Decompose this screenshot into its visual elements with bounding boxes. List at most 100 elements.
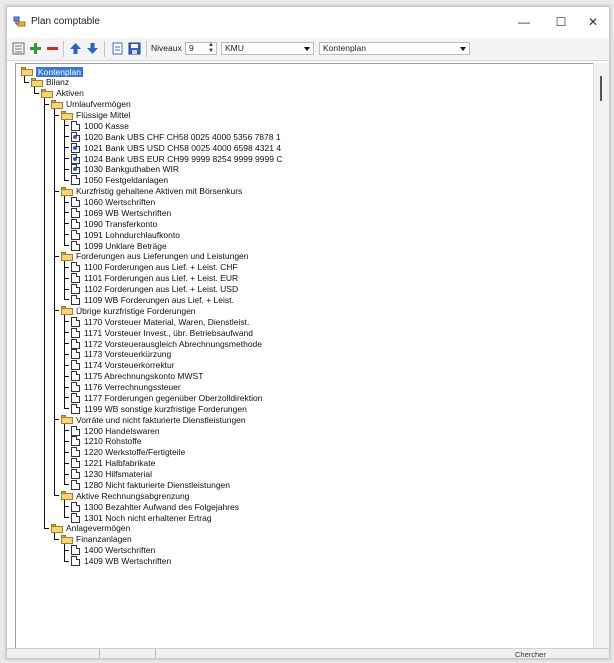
- tree-account-row[interactable]: 1400 Wertschriften: [71, 545, 155, 556]
- scheme-dropdown[interactable]: KMU: [221, 42, 314, 55]
- tree-account-row[interactable]: 1199 WB sonstige kurzfristige Forderunge…: [71, 403, 247, 414]
- tree-row-label: 1175 Abrechnungskonto MWST: [84, 371, 204, 382]
- tree-account-row[interactable]: 1220 Werkstoffe/Fertigteile: [71, 447, 185, 458]
- document-icon[interactable]: [111, 42, 124, 55]
- tree-folder-row[interactable]: Kurzfristig gehaltene Aktiven mit Börsen…: [61, 186, 242, 197]
- tree-connector-line: [64, 288, 69, 290]
- folder-icon: [61, 491, 73, 501]
- tree-connector-line: [64, 364, 69, 366]
- folder-icon: [61, 110, 73, 120]
- tree-account-row[interactable]: 1221 Halbfabrikate: [71, 458, 155, 469]
- tree-account-row[interactable]: 1091 Lohndurchlaufkonto: [71, 229, 180, 240]
- tree-account-row[interactable]: 1101 Forderungen aus Lief. + Leist. EUR: [71, 273, 238, 284]
- niveaux-spinner[interactable]: 9 ▲ ▼: [185, 42, 217, 55]
- tree-account-row[interactable]: 1030 Bankguthaben WIR: [71, 164, 179, 175]
- tree-row-label: 1109 WB Forderungen aus Lief. + Leist.: [84, 294, 234, 305]
- account-document-icon: [71, 197, 80, 208]
- vertical-scrollbar[interactable]: [593, 63, 609, 648]
- remove-red-icon[interactable]: [46, 42, 59, 55]
- tree-account-row[interactable]: 1069 WB Wertschriften: [71, 207, 171, 218]
- tree-row-label: Kurzfristig gehaltene Aktiven mit Börsen…: [76, 186, 243, 197]
- title-bar: Plan comptable — ☐ ✕: [7, 7, 609, 37]
- tree-row-label: 1400 Wertschriften: [84, 545, 156, 556]
- tree-account-row[interactable]: 1170 Vorsteuer Material, Waren, Dienstle…: [71, 316, 249, 327]
- tree-folder-row[interactable]: Kontenplan: [21, 66, 84, 77]
- tree-account-row[interactable]: 1102 Forderungen aus Lief. + Leist. USD: [71, 284, 238, 295]
- tree-account-row[interactable]: 1300 Bezahlter Aufwand des Folgejahres: [71, 501, 239, 512]
- app-icon: [13, 16, 26, 27]
- tree-row-label: Umlaufvermögen: [66, 99, 131, 110]
- spinner-arrows-icon[interactable]: ▲ ▼: [208, 42, 215, 54]
- tree-account-row[interactable]: 1175 Abrechnungskonto MWST: [71, 371, 203, 382]
- tree-view-icon[interactable]: [12, 42, 25, 55]
- tree-account-row[interactable]: 1090 Transferkonto: [71, 218, 157, 229]
- tree-connector-line: [64, 462, 69, 464]
- tree-account-row[interactable]: 1000 Kasse: [71, 120, 129, 131]
- tree-account-row[interactable]: 1280 Nicht fakturierte Dienstleistungen: [71, 479, 230, 490]
- account-document-icon: [71, 479, 80, 490]
- search-label[interactable]: Chercher: [515, 650, 546, 658]
- tree-connector-line: [54, 114, 59, 116]
- tree-account-row[interactable]: 1173 Vorsteuerkürzung: [71, 349, 171, 360]
- tree-account-row[interactable]: 1109 WB Forderungen aus Lief. + Leist.: [71, 294, 234, 305]
- tree-account-row[interactable]: 1200 Handelswaren: [71, 425, 160, 436]
- tree-folder-row[interactable]: Übrige kurzfristige Forderungen: [61, 305, 196, 316]
- tree-account-row[interactable]: 1021 Bank UBS USD CH58 0025 4000 6598 43…: [71, 142, 281, 153]
- tree-folder-row[interactable]: Forderungen aus Lieferungen und Leistung…: [61, 251, 249, 262]
- status-cell: [7, 649, 100, 658]
- tree-connector-line: [64, 560, 69, 562]
- tree-connector-line: [64, 353, 69, 355]
- tree-connector-line: [44, 527, 49, 529]
- account-tree[interactable]: Kontenplan Bilanz Aktiven Umlaufvermögen Flü…: [15, 63, 595, 649]
- maximize-button[interactable]: ☐: [544, 13, 578, 31]
- tree-connector-line: [64, 473, 69, 475]
- folder-icon: [61, 251, 73, 261]
- tree-row-label: 1221 Halbfabrikate: [84, 458, 156, 469]
- tree-account-row[interactable]: 1050 Festgeldanlagen: [71, 175, 168, 186]
- close-button[interactable]: ✕: [576, 13, 609, 31]
- tree-folder-row[interactable]: Flüssige Mittel: [61, 110, 130, 121]
- view-dropdown[interactable]: Kontenplan: [319, 42, 470, 55]
- tree-connector-line: [64, 179, 69, 181]
- tree-account-row[interactable]: 1174 Vorsteuerkorrektur: [71, 360, 175, 371]
- tree-folder-row[interactable]: Aktiven: [41, 88, 84, 99]
- tree-account-row[interactable]: 1230 Hilfsmaterial: [71, 469, 152, 480]
- move-up-icon[interactable]: [69, 42, 82, 55]
- tree-connector-line: [64, 397, 69, 399]
- tree-folder-row[interactable]: Finanzanlagen: [61, 534, 132, 545]
- tree-connector-line: [64, 314, 65, 409]
- move-down-icon[interactable]: [86, 42, 99, 55]
- tree-folder-row[interactable]: Umlaufvermögen: [51, 99, 131, 110]
- tree-row-label: 1173 Vorsteuerkürzung: [84, 349, 172, 360]
- tree-account-row[interactable]: 1020 Bank UBS CHF CH58 0025 4000 5356 78…: [71, 131, 281, 142]
- add-green-icon[interactable]: [29, 42, 42, 55]
- tree-account-row[interactable]: 1100 Forderungen aus Lief. + Leist. CHF: [71, 262, 238, 273]
- account-document-icon: [71, 556, 80, 567]
- tree-connector-line: [64, 549, 69, 551]
- tree-connector-line: [64, 201, 69, 203]
- tree-connector-line: [64, 343, 69, 344]
- tree-row-label: Kontenplan: [36, 66, 84, 77]
- account-document-icon: [71, 501, 80, 512]
- tree-row-label: 1100 Forderungen aus Lief. + Leist. CHF: [84, 262, 238, 273]
- tree-account-row[interactable]: 1301 Noch nicht erhaltener Ertrag: [71, 512, 212, 523]
- tree-account-row[interactable]: 1172 Vorsteuerausgleich Abrechnungsmetho…: [71, 338, 262, 349]
- tree-folder-row[interactable]: Vorräte und nicht fakturierte Dienstleis…: [61, 414, 246, 425]
- scrollbar-thumb[interactable]: [600, 76, 602, 101]
- tree-folder-row[interactable]: Anlagevermögen: [51, 523, 130, 534]
- account-document-icon: [71, 175, 80, 186]
- tree-account-row[interactable]: 1177 Forderungen gegenüber Oberzolldirek…: [71, 392, 262, 403]
- tree-account-row[interactable]: 1099 Unklare Beträge: [71, 240, 167, 251]
- tree-folder-row[interactable]: Aktive Rechnungsabgrenzung: [61, 490, 189, 501]
- tree-account-row[interactable]: 1409 WB Wertschriften: [71, 556, 171, 567]
- tree-account-row[interactable]: 1060 Wertschriften: [71, 197, 155, 208]
- save-icon[interactable]: [128, 42, 141, 55]
- tree-account-row[interactable]: 1171 Vorsteuer Invest., übr. Betriebsauf…: [71, 327, 253, 338]
- account-document-icon: [71, 284, 80, 295]
- tree-row-label: Übrige kurzfristige Forderungen: [76, 305, 196, 316]
- tree-folder-row[interactable]: Bilanz: [31, 77, 69, 88]
- tree-account-row[interactable]: 1210 Rohstoffe: [71, 436, 142, 447]
- minimize-button[interactable]: —: [507, 13, 541, 31]
- tree-account-row[interactable]: 1024 Bank UBS EUR CH99 9999 8254 9999 99…: [71, 153, 282, 164]
- tree-account-row[interactable]: 1176 Verrechnungssteuer: [71, 382, 181, 393]
